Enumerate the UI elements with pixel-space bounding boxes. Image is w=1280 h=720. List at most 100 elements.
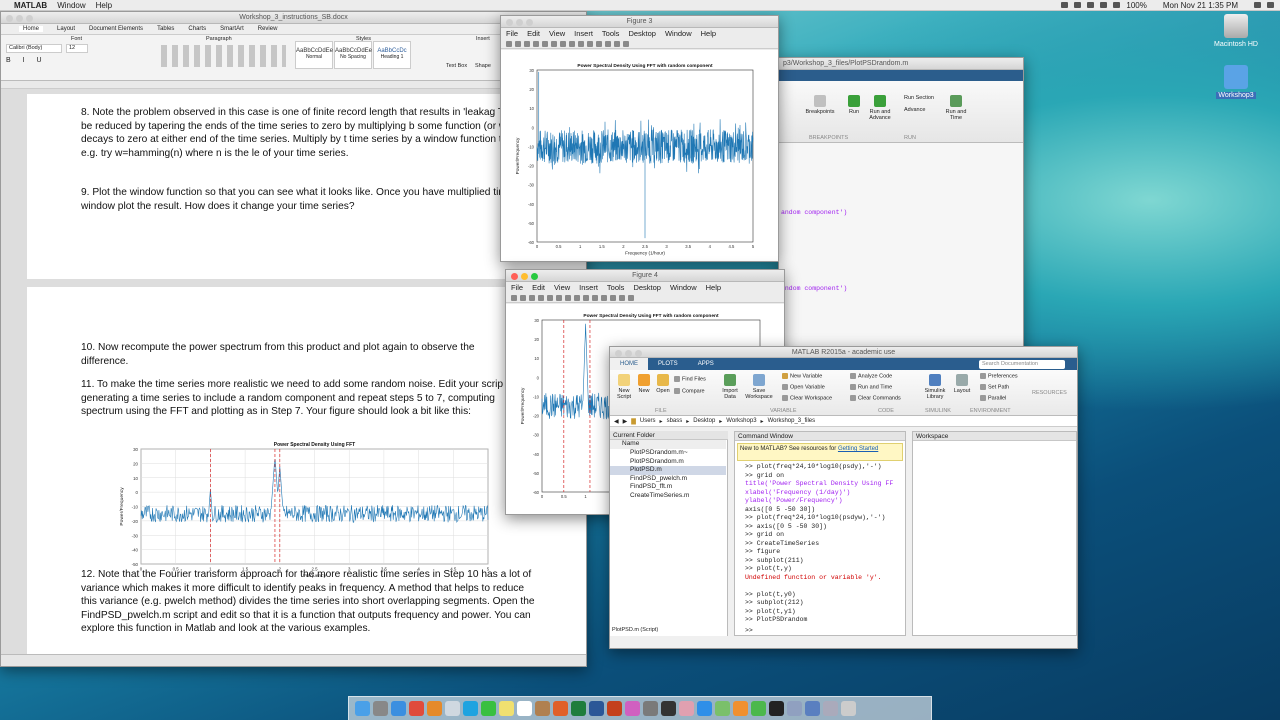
maps-icon[interactable]	[715, 701, 730, 716]
data-cursor-icon[interactable]	[592, 294, 598, 301]
format-buttons[interactable]: B I U	[6, 57, 47, 64]
parallel-button[interactable]: Parallel	[980, 395, 1006, 401]
menu-edit[interactable]: Edit	[527, 29, 540, 38]
link-icon[interactable]	[610, 294, 616, 301]
editor-code-line[interactable]: andom component')	[781, 285, 847, 292]
menu-tools[interactable]: Tools	[602, 29, 620, 38]
close-button[interactable]	[506, 19, 513, 26]
rotate-icon[interactable]	[583, 294, 589, 301]
rotate-icon[interactable]	[578, 40, 584, 47]
set-path-button[interactable]: Set Path	[980, 384, 1009, 390]
print-icon[interactable]	[533, 40, 539, 47]
workspace-pane[interactable]: Workspace	[912, 431, 1077, 636]
file-item[interactable]: CreateTimeSeries.m	[610, 492, 726, 501]
save-icon[interactable]	[529, 294, 535, 301]
back-icon[interactable]: ◀	[614, 418, 619, 425]
pan-icon[interactable]	[574, 294, 580, 301]
file-item[interactable]: PlotPSDrandom.m	[610, 458, 726, 467]
path-segment[interactable]: sbass	[667, 418, 683, 424]
clear-workspace-button[interactable]: Clear Workspace	[782, 395, 832, 401]
spotlight-icon[interactable]	[1254, 2, 1261, 8]
trash-icon[interactable]	[841, 701, 856, 716]
new-button[interactable]: New	[636, 374, 652, 394]
word-icon[interactable]	[589, 701, 604, 716]
tab-home[interactable]: HOME	[610, 358, 648, 370]
tab-apps[interactable]: APPS	[688, 358, 724, 370]
desktop-icon-folder[interactable]: Workshop3	[1201, 65, 1271, 99]
style-normal[interactable]: AaBbCcDdEe Normal	[295, 41, 333, 69]
menu-view[interactable]: View	[554, 283, 570, 292]
run-time-button[interactable]: Run and Time	[941, 95, 971, 121]
mail-icon[interactable]	[445, 701, 460, 716]
file-item-selected[interactable]: PlotPSD.m	[610, 466, 726, 475]
clear-commands-button[interactable]: Clear Commands	[850, 395, 901, 401]
compare-button[interactable]: Compare	[674, 388, 705, 394]
legend-icon[interactable]	[628, 294, 634, 301]
font-size-select[interactable]: 12	[66, 44, 88, 53]
menu-desktop[interactable]: Desktop	[633, 283, 661, 292]
brush-icon[interactable]	[601, 294, 607, 301]
zoom-in-icon[interactable]	[556, 294, 562, 301]
run-time-button[interactable]: Run and Time	[850, 384, 892, 390]
shape-button[interactable]: Shape	[475, 63, 491, 69]
dropbox-icon[interactable]	[1061, 2, 1069, 8]
new-figure-icon[interactable]	[511, 294, 517, 301]
save-icon[interactable]	[524, 40, 530, 47]
new-script-button[interactable]: New Script	[614, 374, 634, 400]
downloads-icon[interactable]	[805, 701, 820, 716]
menu-edit[interactable]: Edit	[532, 283, 545, 292]
print-icon[interactable]	[538, 294, 544, 301]
messages-icon[interactable]	[481, 701, 496, 716]
desktop-icon-hd[interactable]: Macintosh HD	[1201, 14, 1271, 48]
tab-plots[interactable]: PLOTS	[648, 358, 688, 370]
menu-file[interactable]: File	[506, 29, 518, 38]
open-icon[interactable]	[520, 294, 526, 301]
data-cursor-icon[interactable]	[587, 40, 593, 47]
search-documentation-input[interactable]: Search Documentation	[979, 359, 1065, 369]
open-icon[interactable]	[515, 40, 521, 47]
open-button[interactable]: Open	[654, 374, 672, 394]
command-prompt[interactable]: >>	[745, 627, 753, 634]
text-box-button[interactable]: Text Box	[446, 63, 467, 69]
getting-started-link[interactable]: Getting Started	[838, 446, 878, 452]
menu-app[interactable]: MATLAB	[14, 1, 47, 10]
menu-help[interactable]: Help	[706, 283, 721, 292]
forward-icon[interactable]: ▶	[623, 418, 628, 425]
ruler[interactable]	[1, 81, 586, 89]
minimize-button[interactable]	[16, 15, 23, 22]
font-name-select[interactable]: Calibri (Body)	[6, 44, 62, 53]
link-icon[interactable]	[605, 40, 611, 47]
new-variable-button[interactable]: New Variable	[782, 373, 822, 379]
chrome-icon[interactable]	[409, 701, 424, 716]
contacts-icon[interactable]	[535, 701, 550, 716]
colorbar-icon[interactable]	[614, 40, 620, 47]
battery-status[interactable]: 100%	[1126, 1, 1146, 10]
layout-button[interactable]: Layout	[952, 374, 972, 394]
safari-icon[interactable]	[391, 701, 406, 716]
save-workspace-button[interactable]: Save Workspace	[744, 374, 774, 400]
zoom-button[interactable]	[26, 15, 33, 22]
excel-icon[interactable]	[571, 701, 586, 716]
tab-smartart[interactable]: SmartArt	[220, 26, 244, 32]
time-machine-icon[interactable]	[1074, 2, 1082, 8]
menu-insert[interactable]: Insert	[574, 29, 593, 38]
launchpad-icon[interactable]	[373, 701, 388, 716]
path-segment[interactable]: Users	[640, 418, 656, 424]
menu-help[interactable]: Help	[701, 29, 716, 38]
file-item[interactable]: FindPSD_pwelch.m	[610, 475, 726, 484]
preferences-button[interactable]: Preferences	[980, 373, 1018, 379]
open-variable-button[interactable]: Open Variable	[782, 384, 825, 390]
file-item[interactable]: FindPSD_fft.m	[610, 483, 726, 492]
tab-layout[interactable]: Layout	[57, 26, 75, 32]
simulink-library-button[interactable]: Simulink Library	[922, 374, 948, 400]
tab-home[interactable]: Home	[19, 26, 44, 32]
app-store-icon[interactable]	[697, 701, 712, 716]
close-button[interactable]	[615, 350, 622, 357]
photos-icon[interactable]	[679, 701, 694, 716]
zoom-out-icon[interactable]	[560, 40, 566, 47]
path-bar[interactable]: ◀ ▶ ▇ Users ▸ sbass ▸ Desktop ▸ Workshop3 ▸ …	[610, 416, 1077, 427]
itunes-icon[interactable]	[625, 701, 640, 716]
path-segment[interactable]: Desktop	[693, 418, 715, 424]
menu-file[interactable]: File	[511, 283, 523, 292]
zoom-button[interactable]	[531, 273, 538, 280]
